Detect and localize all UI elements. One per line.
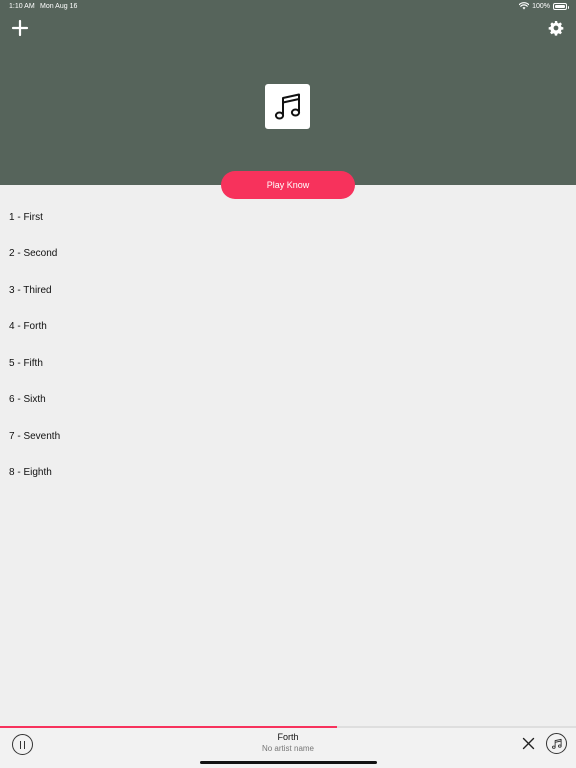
wifi-icon — [519, 2, 530, 10]
status-bar: 1:10 AM Mon Aug 16 100% — [0, 0, 576, 14]
album-artwork — [265, 84, 310, 129]
track-item-4[interactable]: 4 - Forth — [0, 309, 576, 346]
home-indicator — [200, 761, 377, 764]
now-playing-artist: No artist name — [261, 744, 315, 753]
battery-percent: 100% — [532, 2, 550, 10]
battery-icon — [553, 2, 569, 10]
track-item-3[interactable]: 3 - Thired — [0, 272, 576, 309]
playback-progress-fill — [0, 726, 337, 728]
track-list: 1 - First 2 - Second 3 - Thired 4 - Fort… — [0, 199, 576, 491]
gear-icon[interactable] — [548, 20, 564, 36]
track-item-8[interactable]: 8 - Eighth — [0, 455, 576, 492]
track-item-2[interactable]: 2 - Second — [0, 236, 576, 273]
queue-button[interactable] — [546, 733, 567, 754]
play-now-button[interactable]: Play Know — [221, 171, 355, 199]
playback-progress[interactable] — [0, 726, 576, 728]
music-note-icon — [551, 738, 562, 749]
status-time: 1:10 AM — [9, 3, 35, 10]
track-item-5[interactable]: 5 - Fifth — [0, 345, 576, 382]
status-date: Mon Aug 16 — [40, 3, 78, 10]
mini-player: Forth No artist name — [0, 726, 576, 768]
track-item-7[interactable]: 7 - Seventh — [0, 418, 576, 455]
status-right: 100% — [519, 2, 569, 10]
close-icon[interactable] — [522, 737, 535, 750]
header: 1:10 AM Mon Aug 16 100% — [0, 0, 576, 185]
plus-icon[interactable] — [11, 19, 29, 37]
track-item-6[interactable]: 6 - Sixth — [0, 382, 576, 419]
now-playing-title: Forth — [277, 732, 299, 742]
track-item-1[interactable]: 1 - First — [0, 199, 576, 236]
music-note-icon — [274, 93, 300, 119]
